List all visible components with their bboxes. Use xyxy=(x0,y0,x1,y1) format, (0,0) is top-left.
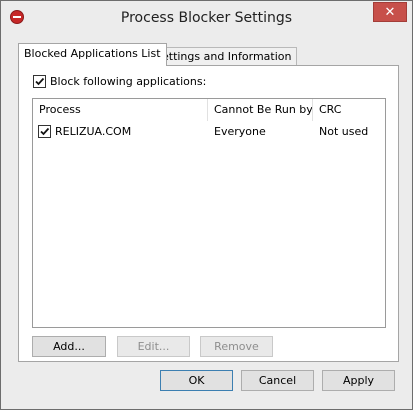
tab-blocked-applications[interactable]: Blocked Applications List xyxy=(18,43,167,66)
checkmark-icon xyxy=(35,77,45,86)
tab-panel: Block following applications: Process Ca… xyxy=(18,65,399,362)
cannot-be-run-by-value: Everyone xyxy=(214,125,266,138)
dialog-window: Process Blocker Settings ✕ Blocked Appli… xyxy=(0,0,413,410)
block-applications-checkbox[interactable] xyxy=(33,75,46,88)
remove-button[interactable]: Remove xyxy=(200,336,273,357)
ok-button[interactable]: OK xyxy=(160,370,233,391)
column-header-process[interactable]: Process xyxy=(33,99,207,121)
process-name: RELIZUA.COM xyxy=(55,125,132,138)
process-row-checkbox[interactable] xyxy=(38,125,51,138)
column-header-cannot-be-run-by[interactable]: Cannot Be Run by xyxy=(208,99,313,121)
column-header-crc[interactable]: CRC xyxy=(313,99,383,121)
add-button[interactable]: Add... xyxy=(32,336,106,357)
tab-settings-information[interactable]: Settings and Information xyxy=(149,47,298,66)
block-applications-label: Block following applications: xyxy=(50,75,207,88)
window-title: Process Blocker Settings xyxy=(120,10,293,26)
apply-button[interactable]: Apply xyxy=(322,370,395,391)
blocked-applications-list[interactable]: Process Cannot Be Run by CRC RELIZUA.COM… xyxy=(32,98,386,328)
close-button[interactable]: ✕ xyxy=(373,2,407,22)
edit-button[interactable]: Edit... xyxy=(117,336,190,357)
cancel-button[interactable]: Cancel xyxy=(241,370,314,391)
list-header: Process Cannot Be Run by CRC xyxy=(33,99,385,121)
title-bar[interactable]: Process Blocker Settings ✕ xyxy=(1,1,412,35)
list-item[interactable]: RELIZUA.COM Everyone Not used xyxy=(33,123,385,141)
checkmark-icon xyxy=(40,127,50,136)
crc-value: Not used xyxy=(319,125,369,138)
